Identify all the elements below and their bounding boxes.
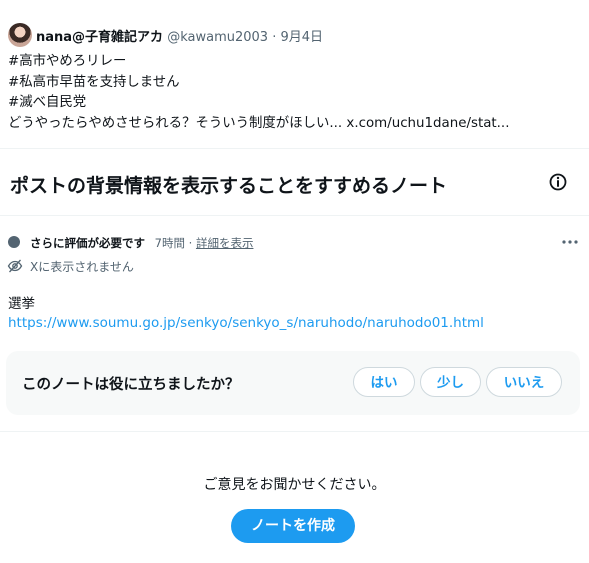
quoted-post[interactable]: nana@子育雑記アカ @kawamu2003 · 9月4日 #高市やめろリレー… <box>0 0 589 145</box>
divider <box>0 431 589 432</box>
display-name[interactable]: nana@子育雑記アカ <box>36 30 163 45</box>
note-prompt-title: ポストの背景情報を表示することをすすめるノート <box>10 175 448 197</box>
divider <box>0 215 589 216</box>
separator: · <box>188 236 193 250</box>
post-link[interactable]: x.com/uchu1dane/stat... <box>346 116 509 131</box>
rating-no-button[interactable]: いいえ <box>486 367 562 397</box>
separator: · <box>272 30 277 45</box>
rating-yes-button[interactable]: はい <box>353 367 415 397</box>
detail-link[interactable]: 詳細を表示 <box>196 236 254 250</box>
note-time: 7時間 <box>154 236 185 250</box>
note-status: さらに評価が必要です 7時間 · 詳細を表示 <box>30 235 253 251</box>
post-text: #高市やめろリレー #私高市早苗を支持しません #滅べ自民党 どうやったらやめさ… <box>8 52 509 134</box>
write-note-button[interactable]: ノートを作成 <box>231 509 355 543</box>
status-label: さらに評価が必要です <box>30 236 145 250</box>
avatar[interactable] <box>8 23 32 47</box>
status-dot-icon <box>8 236 20 248</box>
post-header: nana@子育雑記アカ @kawamu2003 · 9月4日 <box>36 26 323 45</box>
more-options-icon[interactable] <box>560 237 580 247</box>
handle[interactable]: @kawamu2003 <box>167 30 268 45</box>
hashtag-line[interactable]: #私高市早苗を支持しません <box>8 73 509 94</box>
visibility-status: Xに表示されません <box>30 260 134 274</box>
feedback-prompt: ご意見をお聞かせください。 <box>203 477 386 493</box>
note-source-link[interactable]: https://www.soumu.go.jp/senkyo/senkyo_s/… <box>8 315 484 331</box>
info-icon[interactable] <box>548 172 568 192</box>
rating-panel: このノートは役に立ちましたか？ はい 少し いいえ <box>6 351 580 415</box>
rating-somewhat-button[interactable]: 少し <box>420 367 481 397</box>
post-date[interactable]: 9月4日 <box>280 30 323 45</box>
rating-question: このノートは役に立ちましたか？ <box>22 377 240 393</box>
note-body: 選挙 <box>8 296 35 312</box>
eye-off-icon <box>7 259 23 273</box>
post-text-last: どうやったらやめさせられる？そういう制度がほしい... <box>8 115 343 131</box>
post-text-line: どうやったらやめさせられる？そういう制度がほしい... x.com/uchu1d… <box>8 114 509 135</box>
hashtag-line[interactable]: #高市やめろリレー <box>8 52 509 73</box>
hashtag-line[interactable]: #滅べ自民党 <box>8 93 509 114</box>
divider <box>0 148 589 149</box>
